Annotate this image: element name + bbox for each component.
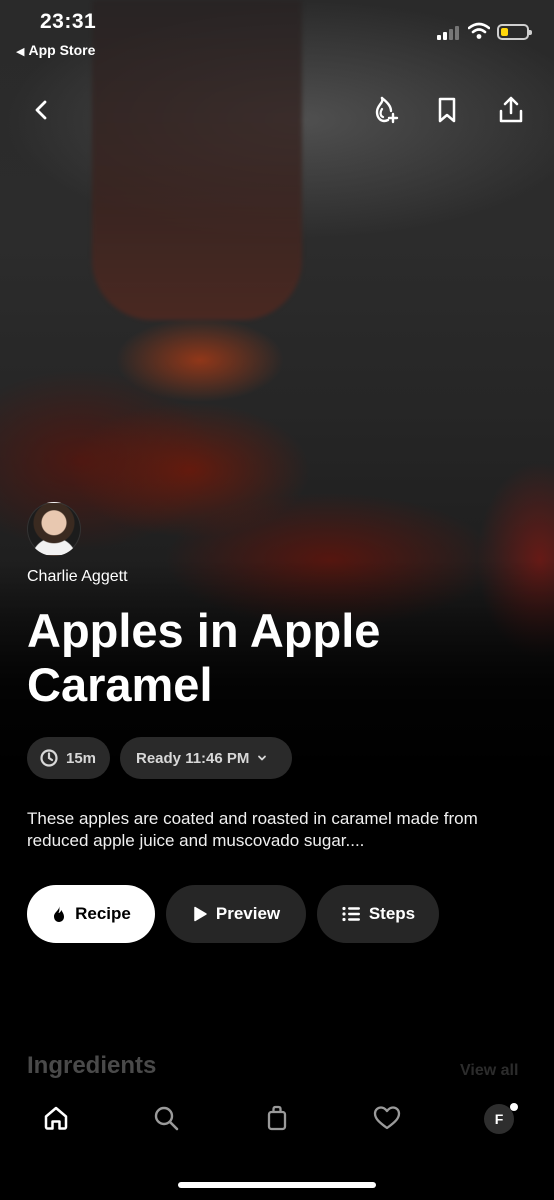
signal-icon (437, 26, 461, 40)
duration-label: 15m (66, 749, 97, 767)
back-chevron-icon[interactable] (24, 92, 60, 128)
ready-time-dropdown[interactable]: Ready 11:46 PM (120, 737, 292, 779)
chevron-down-icon (258, 755, 267, 761)
flame-icon (54, 906, 65, 922)
ready-time-label: Ready 11:46 PM (136, 749, 250, 767)
author-avatar[interactable] (27, 502, 81, 556)
heart-icon[interactable] (369, 1100, 405, 1136)
search-icon[interactable] (148, 1100, 184, 1136)
wifi-icon (467, 22, 491, 40)
back-triangle-icon: ◀ (16, 46, 25, 58)
view-all-link[interactable]: View all (460, 1062, 518, 1080)
hero-spoon (92, 0, 302, 320)
play-icon (194, 906, 207, 922)
recipe-title: Apples in Apple Caramel (27, 604, 381, 711)
author-name[interactable]: Charlie Aggett (27, 568, 128, 586)
bag-icon[interactable] (259, 1100, 295, 1136)
profile-initial: F (494, 1111, 504, 1127)
battery-level (501, 28, 508, 36)
recipe-button[interactable]: Recipe (27, 885, 155, 943)
share-icon[interactable] (493, 92, 529, 128)
clock-icon (40, 749, 58, 767)
battery-icon (497, 24, 532, 40)
recipe-button-label: Recipe (75, 904, 131, 923)
back-app-label: App Store (28, 42, 96, 58)
home-icon[interactable] (38, 1100, 74, 1136)
preview-button[interactable]: Preview (166, 885, 306, 943)
steps-button-label: Steps (368, 904, 416, 923)
hero-image (0, 0, 554, 1200)
notification-dot (510, 1103, 518, 1111)
list-icon (342, 906, 360, 922)
battery-cap (529, 30, 532, 35)
home-indicator (178, 1182, 376, 1188)
back-to-app-store[interactable]: ◀ App Store (16, 42, 95, 58)
status-time: 23:31 (40, 10, 97, 33)
recipe-description[interactable]: These apples are coated and roasted in c… (27, 808, 537, 852)
steps-button[interactable]: Steps (317, 885, 439, 943)
preview-button-label: Preview (215, 904, 281, 923)
duration-chip: 15m (27, 737, 110, 779)
flame-add-icon[interactable] (366, 92, 402, 128)
ingredients-heading: Ingredients (27, 1052, 157, 1079)
bookmark-icon[interactable] (429, 92, 465, 128)
